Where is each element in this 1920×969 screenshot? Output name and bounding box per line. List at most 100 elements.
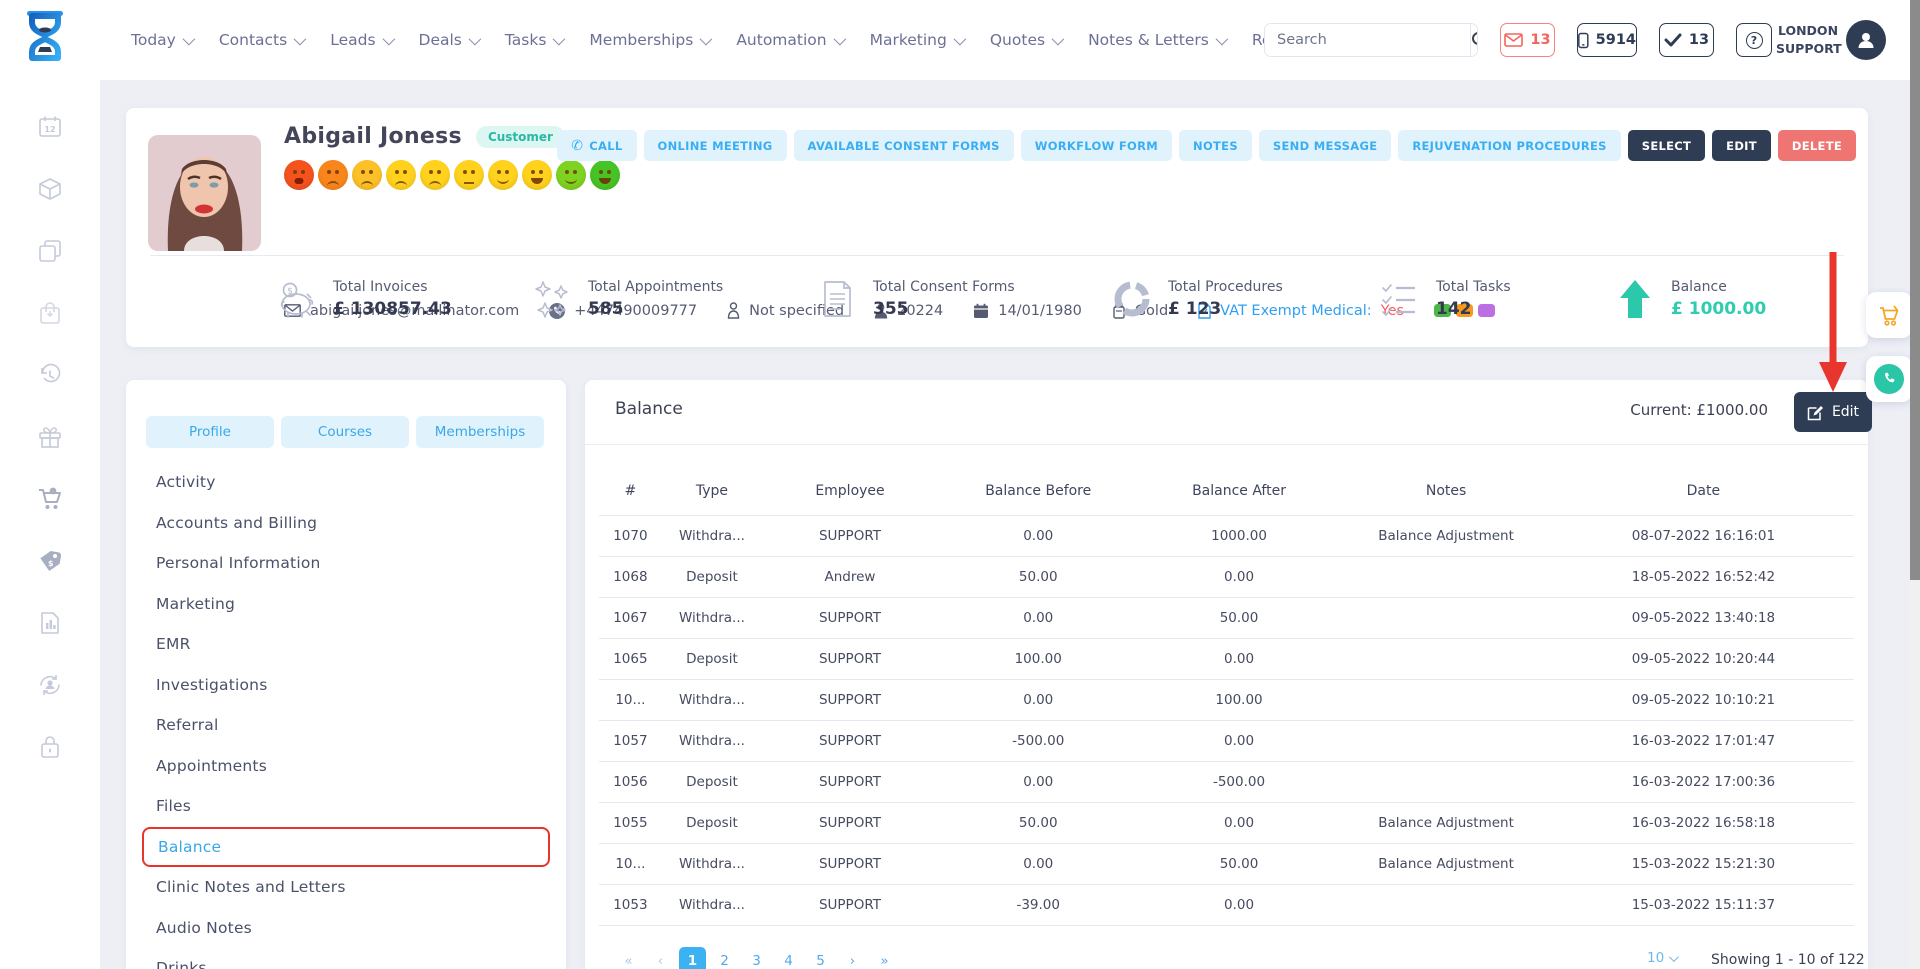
contact-photo[interactable] (148, 135, 261, 251)
profile-tab[interactable]: Profile (146, 416, 274, 448)
page-button[interactable]: › (839, 947, 866, 969)
menu-item[interactable]: Audio Notes (142, 908, 550, 949)
table-row[interactable]: 1065 Deposit SUPPORT 100.00 0.00 09-05-2… (599, 638, 1854, 679)
chevron-down-icon (382, 32, 395, 45)
cart-icon[interactable] (37, 486, 63, 512)
messages-badge[interactable]: 13 (1500, 23, 1555, 57)
mood-face[interactable] (454, 160, 484, 190)
nav-item[interactable]: Today (131, 31, 192, 49)
edit-balance-button[interactable]: Edit (1794, 392, 1872, 432)
nav-item[interactable]: Contacts (219, 31, 303, 49)
mood-face[interactable] (386, 160, 416, 190)
nav-item[interactable]: Notes & Letters (1088, 31, 1225, 49)
page-button[interactable]: « (615, 947, 642, 969)
profile-tab[interactable]: Memberships (416, 416, 544, 448)
table-row[interactable]: 1067 Withdra... SUPPORT 0.00 50.00 09-05… (599, 597, 1854, 638)
mood-face[interactable] (522, 160, 552, 190)
scrollbar-track[interactable] (1910, 0, 1920, 969)
menu-item[interactable]: Accounts and Billing (142, 503, 550, 544)
table-row[interactable]: 1053 Withdra... SUPPORT -39.00 0.00 15-0… (599, 884, 1854, 925)
table-row[interactable]: 1057 Withdra... SUPPORT -500.00 0.00 16-… (599, 720, 1854, 761)
menu-item[interactable]: Personal Information (142, 543, 550, 584)
mood-face[interactable] (488, 160, 518, 190)
table-row[interactable]: 10... Withdra... SUPPORT 0.00 100.00 09-… (599, 679, 1854, 720)
table-row[interactable]: 10... Withdra... SUPPORT 0.00 50.00 Bala… (599, 843, 1854, 884)
nav-item[interactable]: Leads (330, 31, 391, 49)
call-widget-button[interactable] (1866, 356, 1912, 402)
page-button[interactable]: 2 (711, 947, 738, 969)
client-sync-icon[interactable] (37, 672, 63, 698)
menu-item[interactable]: Clinic Notes and Letters (142, 867, 550, 908)
search-input[interactable] (1265, 24, 1470, 56)
page-button[interactable]: ‹ (647, 947, 674, 969)
action-button[interactable]: ONLINE MEETING (644, 130, 787, 161)
nav-item[interactable]: Tasks (505, 31, 563, 49)
action-button[interactable]: DELETE (1778, 130, 1856, 161)
menu-item[interactable]: Activity (142, 462, 550, 503)
page-button[interactable]: 4 (775, 947, 802, 969)
nav-item[interactable]: Automation (736, 31, 842, 49)
profile-tab[interactable]: Courses (281, 416, 409, 448)
action-button[interactable]: WORKFLOW FORM (1021, 130, 1172, 161)
action-button[interactable]: AVAILABLE CONSENT FORMS (794, 130, 1014, 161)
action-button[interactable]: SEND MESSAGE (1259, 130, 1391, 161)
help-button[interactable]: ? (1736, 23, 1772, 57)
package-icon[interactable] (37, 176, 63, 202)
gift-icon[interactable] (37, 424, 63, 450)
menu-item[interactable]: Drinks (142, 948, 550, 969)
column-header[interactable]: Employee (762, 467, 938, 515)
mood-face[interactable] (284, 160, 314, 190)
action-button[interactable]: SELECT (1628, 130, 1705, 161)
menu-item[interactable]: Appointments (142, 746, 550, 787)
calls-badge[interactable]: 5914 (1577, 23, 1637, 57)
page-button[interactable]: 3 (743, 947, 770, 969)
lock-icon[interactable] (37, 734, 63, 760)
action-button[interactable]: CALL (557, 130, 636, 161)
calendar-icon[interactable]: 12 (37, 114, 63, 140)
column-header[interactable]: Type (662, 467, 762, 515)
page-button[interactable]: 5 (807, 947, 834, 969)
price-tag-icon[interactable]: $ (37, 548, 63, 574)
table-row[interactable]: 1070 Withdra... SUPPORT 0.00 1000.00 Bal… (599, 515, 1854, 556)
page-button[interactable]: 1 (679, 947, 706, 969)
mood-face[interactable] (556, 160, 586, 190)
nav-item[interactable]: Memberships (589, 31, 709, 49)
user-avatar[interactable] (1846, 20, 1886, 60)
cell-type: Withdra... (662, 843, 762, 884)
menu-item[interactable]: EMR (142, 624, 550, 665)
nav-item[interactable]: Marketing (870, 31, 963, 49)
report-icon[interactable] (37, 610, 63, 636)
menu-item[interactable]: Files (142, 786, 550, 827)
table-row[interactable]: 1068 Deposit Andrew 50.00 0.00 18-05-202… (599, 556, 1854, 597)
column-header[interactable]: Notes (1339, 467, 1552, 515)
mood-face[interactable] (352, 160, 382, 190)
action-button[interactable]: NOTES (1179, 130, 1252, 161)
mood-face[interactable] (420, 160, 450, 190)
history-icon[interactable] (37, 362, 63, 388)
column-header[interactable]: # (599, 467, 662, 515)
mood-face[interactable] (318, 160, 348, 190)
search-button[interactable] (1470, 24, 1478, 56)
nav-item[interactable]: Quotes (990, 31, 1061, 49)
scrollbar-thumb[interactable] (1910, 0, 1920, 580)
page-size-select[interactable]: 10 (1647, 950, 1676, 966)
action-button[interactable]: REJUVENATION PROCEDURES (1398, 130, 1620, 161)
column-header[interactable]: Balance After (1139, 467, 1340, 515)
nav-item[interactable]: Deals (419, 31, 478, 49)
table-row[interactable]: 1056 Deposit SUPPORT 0.00 -500.00 16-03-… (599, 761, 1854, 802)
page-button[interactable]: » (871, 947, 898, 969)
tasks-badge[interactable]: 13 (1659, 23, 1714, 57)
shopping-bag-icon[interactable] (37, 300, 63, 326)
action-button[interactable]: EDIT (1712, 130, 1771, 161)
copy-icon[interactable] (37, 238, 63, 264)
menu-item[interactable]: Marketing (142, 584, 550, 625)
table-row[interactable]: 1055 Deposit SUPPORT 50.00 0.00 Balance … (599, 802, 1854, 843)
menu-item[interactable]: Investigations (142, 665, 550, 706)
pos-cart-button[interactable] (1866, 292, 1912, 338)
menu-item[interactable]: Balance (142, 827, 550, 868)
app-logo-icon[interactable] (22, 8, 68, 70)
column-header[interactable]: Date (1553, 467, 1854, 515)
mood-face[interactable] (590, 160, 620, 190)
column-header[interactable]: Balance Before (938, 467, 1139, 515)
menu-item[interactable]: Referral (142, 705, 550, 746)
